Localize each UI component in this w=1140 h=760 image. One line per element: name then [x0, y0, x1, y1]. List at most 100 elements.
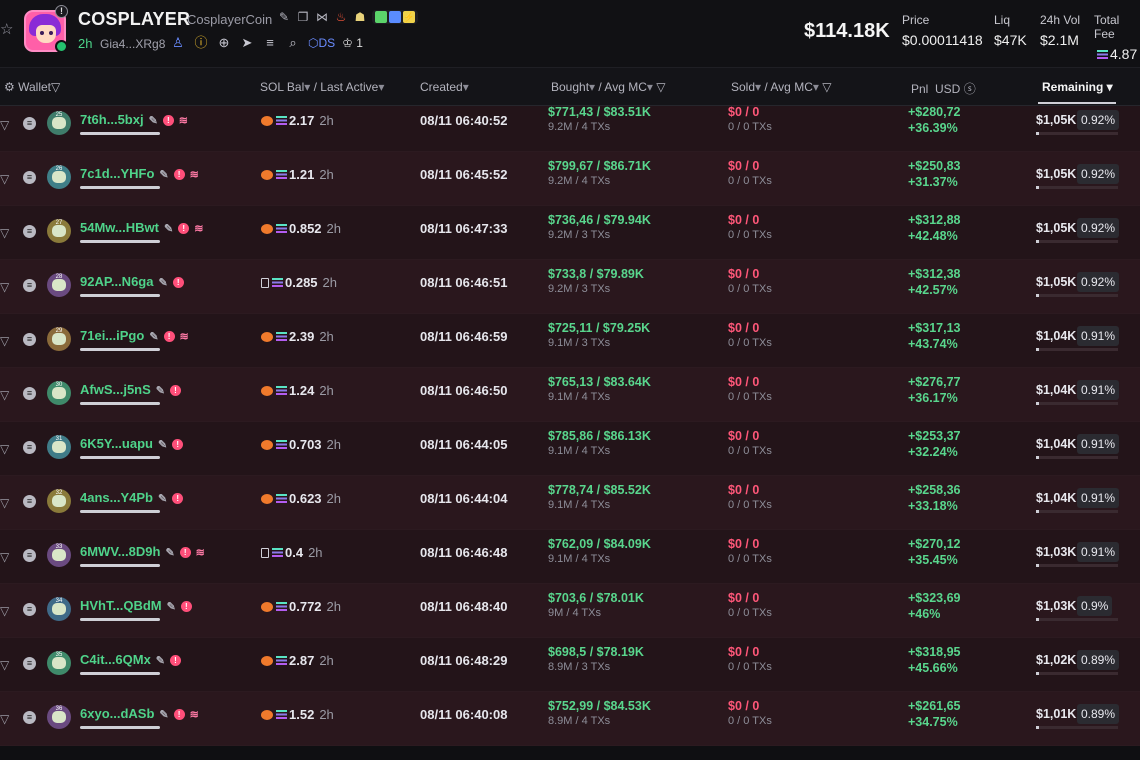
people-icon[interactable]: ☗ [353, 10, 367, 24]
table-row[interactable]: ▽ ≡ 26 7c1d...YHFo ✎! ≋ 1.21 2h 08/11 06:45… [0, 152, 1140, 206]
list-icon[interactable]: ≡ [262, 35, 278, 51]
wallet-cell[interactable]: 4ans...Y4Pb ✎! [80, 490, 184, 505]
fire-icon[interactable]: ♨ [334, 10, 348, 24]
filter-icon[interactable]: ▽ [0, 442, 14, 456]
wallet-cell[interactable]: 92AP...N6ga ✎! [80, 274, 184, 289]
menu-icon[interactable]: ≡ [23, 333, 36, 346]
menu-icon[interactable]: ≡ [23, 441, 36, 454]
pencil-icon[interactable]: ✎ [164, 223, 173, 235]
avatar[interactable]: 25 [47, 111, 71, 135]
menu-icon[interactable]: ≡ [23, 549, 36, 562]
copy-icon[interactable]: ❐ [296, 10, 310, 24]
token-address[interactable]: Gia4...XRg8 [100, 37, 165, 51]
pencil-icon[interactable]: ✎ [159, 169, 168, 181]
wallet-name[interactable]: 7c1d...YHFo [80, 166, 154, 181]
filter-icon[interactable]: ▽ [51, 80, 60, 94]
pencil-icon[interactable]: ✎ [167, 601, 176, 613]
col-remaining[interactable]: Remaining ▾ [1042, 80, 1113, 94]
col-bought[interactable]: Bought▾ / Avg MC▾ ▽ [551, 80, 665, 94]
wallet-name[interactable]: 71ei...iPgo [80, 328, 144, 343]
filter-icon[interactable]: ▽ [0, 280, 14, 294]
pencil-icon[interactable]: ✎ [156, 385, 165, 397]
filter-icon[interactable]: ▽ [0, 118, 14, 132]
avatar[interactable]: 26 [47, 165, 71, 189]
table-row[interactable]: ▽ ≡ 34 HVhT...QBdM ✎! 0.772 2h 08/11 06:48… [0, 584, 1140, 638]
wallet-cell[interactable]: 6K5Y...uapu ✎! [80, 436, 184, 451]
wallet-name[interactable]: AfwS...j5nS [80, 382, 151, 397]
table-row[interactable]: ▽ ≡ 32 4ans...Y4Pb ✎! 0.623 2h 08/11 06:44… [0, 476, 1140, 530]
filter-icon[interactable]: ▽ [0, 604, 14, 618]
dexscreener-link[interactable]: ⬡DS [308, 36, 335, 50]
pencil-icon[interactable]: ✎ [158, 493, 167, 505]
col-wallet[interactable]: ⚙ Wallet▽ [4, 80, 60, 94]
wallet-cell[interactable]: HVhT...QBdM ✎! [80, 598, 192, 613]
avatar[interactable]: 29 [47, 327, 71, 351]
filter-icon[interactable]: ▽ [0, 496, 14, 510]
wallet-cell[interactable]: AfwS...j5nS ✎! [80, 382, 182, 397]
holders-count[interactable]: ♔ 1 [342, 36, 363, 50]
menu-icon[interactable]: ≡ [23, 387, 36, 400]
wallet-cell[interactable]: 7c1d...YHFo ✎! ≋ [80, 166, 199, 181]
filter-icon[interactable]: ▽ [0, 226, 14, 240]
table-row[interactable]: ▽ ≡ 33 6MWV...8D9h ✎! ≋ 0.4 2h 08/11 06:46:… [0, 530, 1140, 584]
pencil-icon[interactable]: ✎ [158, 277, 167, 289]
table-row[interactable]: ▽ ≡ 28 92AP...N6ga ✎! 0.285 2h 08/11 06:46… [0, 260, 1140, 314]
avatar[interactable]: 27 [47, 219, 71, 243]
menu-icon[interactable]: ≡ [23, 279, 36, 292]
table-row[interactable]: ▽ ≡ 31 6K5Y...uapu ✎! 0.703 2h 08/11 06:44… [0, 422, 1140, 476]
wallet-cell[interactable]: 6MWV...8D9h ✎! ≋ [80, 544, 205, 559]
menu-icon[interactable]: ≡ [23, 495, 36, 508]
globe-icon[interactable]: ⊕ [216, 35, 232, 51]
filter-icon[interactable]: ▽ [0, 550, 14, 564]
wallet-name[interactable]: 4ans...Y4Pb [80, 490, 153, 505]
avatar[interactable]: 35 [47, 651, 71, 675]
filter-icon[interactable]: ▽ [656, 80, 665, 94]
menu-icon[interactable]: ≡ [23, 711, 36, 724]
wallet-name[interactable]: 6K5Y...uapu [80, 436, 153, 451]
currency-toggle-icon[interactable]: ⓢ [964, 82, 976, 96]
filter-icon[interactable]: ▽ [0, 334, 14, 348]
share-icon[interactable]: ⋈ [315, 10, 329, 24]
filter-icon[interactable]: ▽ [0, 712, 14, 726]
pencil-icon[interactable]: ✎ [158, 439, 167, 451]
table-row[interactable]: ▽ ≡ 36 6xyo...dASb ✎! ≋ 1.52 2h 08/11 06:40… [0, 692, 1140, 746]
col-sol-bal[interactable]: SOL Bal▾ / Last Active▾ [260, 80, 384, 94]
platform-chips[interactable]: ⚡ [372, 10, 418, 24]
wallet-name[interactable]: HVhT...QBdM [80, 598, 162, 613]
filter-icon[interactable]: ▽ [822, 80, 831, 94]
pencil-icon[interactable]: ✎ [156, 655, 165, 667]
pencil-icon[interactable]: ✎ [277, 10, 291, 24]
table-row[interactable]: ▽ ≡ 27 54Mw...HBwt ✎! ≋ 0.852 2h 08/11 06:4… [0, 206, 1140, 260]
pencil-icon[interactable]: ✎ [159, 709, 168, 721]
avatar[interactable]: 31 [47, 435, 71, 459]
wallet-cell[interactable]: 6xyo...dASb ✎! ≋ [80, 706, 199, 721]
pencil-icon[interactable]: ✎ [149, 115, 158, 127]
search-icon[interactable]: ⌕ [285, 35, 301, 51]
wallet-cell[interactable]: C4it...6QMx ✎! [80, 652, 182, 667]
wallet-cell[interactable]: 7t6h...5bxj ✎! ≋ [80, 112, 188, 127]
wallet-name[interactable]: 6MWV...8D9h [80, 544, 160, 559]
wallet-name[interactable]: 54Mw...HBwt [80, 220, 159, 235]
star-icon[interactable]: ☆ [0, 22, 16, 38]
filter-icon[interactable]: ▽ [0, 388, 14, 402]
col-created[interactable]: Created▾ [420, 80, 469, 94]
table-row[interactable]: ▽ ≡ 29 71ei...iPgo ✎! ≋ 2.39 2h 08/11 06:46… [0, 314, 1140, 368]
filter-icon[interactable]: ▽ [0, 658, 14, 672]
pencil-icon[interactable]: ✎ [149, 331, 158, 343]
pencil-icon[interactable]: ✎ [165, 547, 174, 559]
table-row[interactable]: ▽ ≡ 30 AfwS...j5nS ✎! 1.24 2h 08/11 06:46:… [0, 368, 1140, 422]
avatar[interactable]: 30 [47, 381, 71, 405]
avatar[interactable]: 28 [47, 273, 71, 297]
wallet-name[interactable]: 92AP...N6ga [80, 274, 153, 289]
warning-icon[interactable]: ⓘ [193, 35, 209, 51]
menu-icon[interactable]: ≡ [23, 117, 36, 130]
wallet-name[interactable]: 6xyo...dASb [80, 706, 154, 721]
filter-icon[interactable]: ▽ [0, 172, 14, 186]
avatar[interactable]: 33 [47, 543, 71, 567]
table-row[interactable]: ▽ ≡ 25 7t6h...5bxj ✎! ≋ 2.17 2h 08/11 06:40… [0, 106, 1140, 152]
wallet-name[interactable]: C4it...6QMx [80, 652, 151, 667]
menu-icon[interactable]: ≡ [23, 171, 36, 184]
avatar[interactable]: 34 [47, 597, 71, 621]
telegram-icon[interactable]: ➤ [239, 35, 255, 51]
avatar[interactable]: 36 [47, 705, 71, 729]
